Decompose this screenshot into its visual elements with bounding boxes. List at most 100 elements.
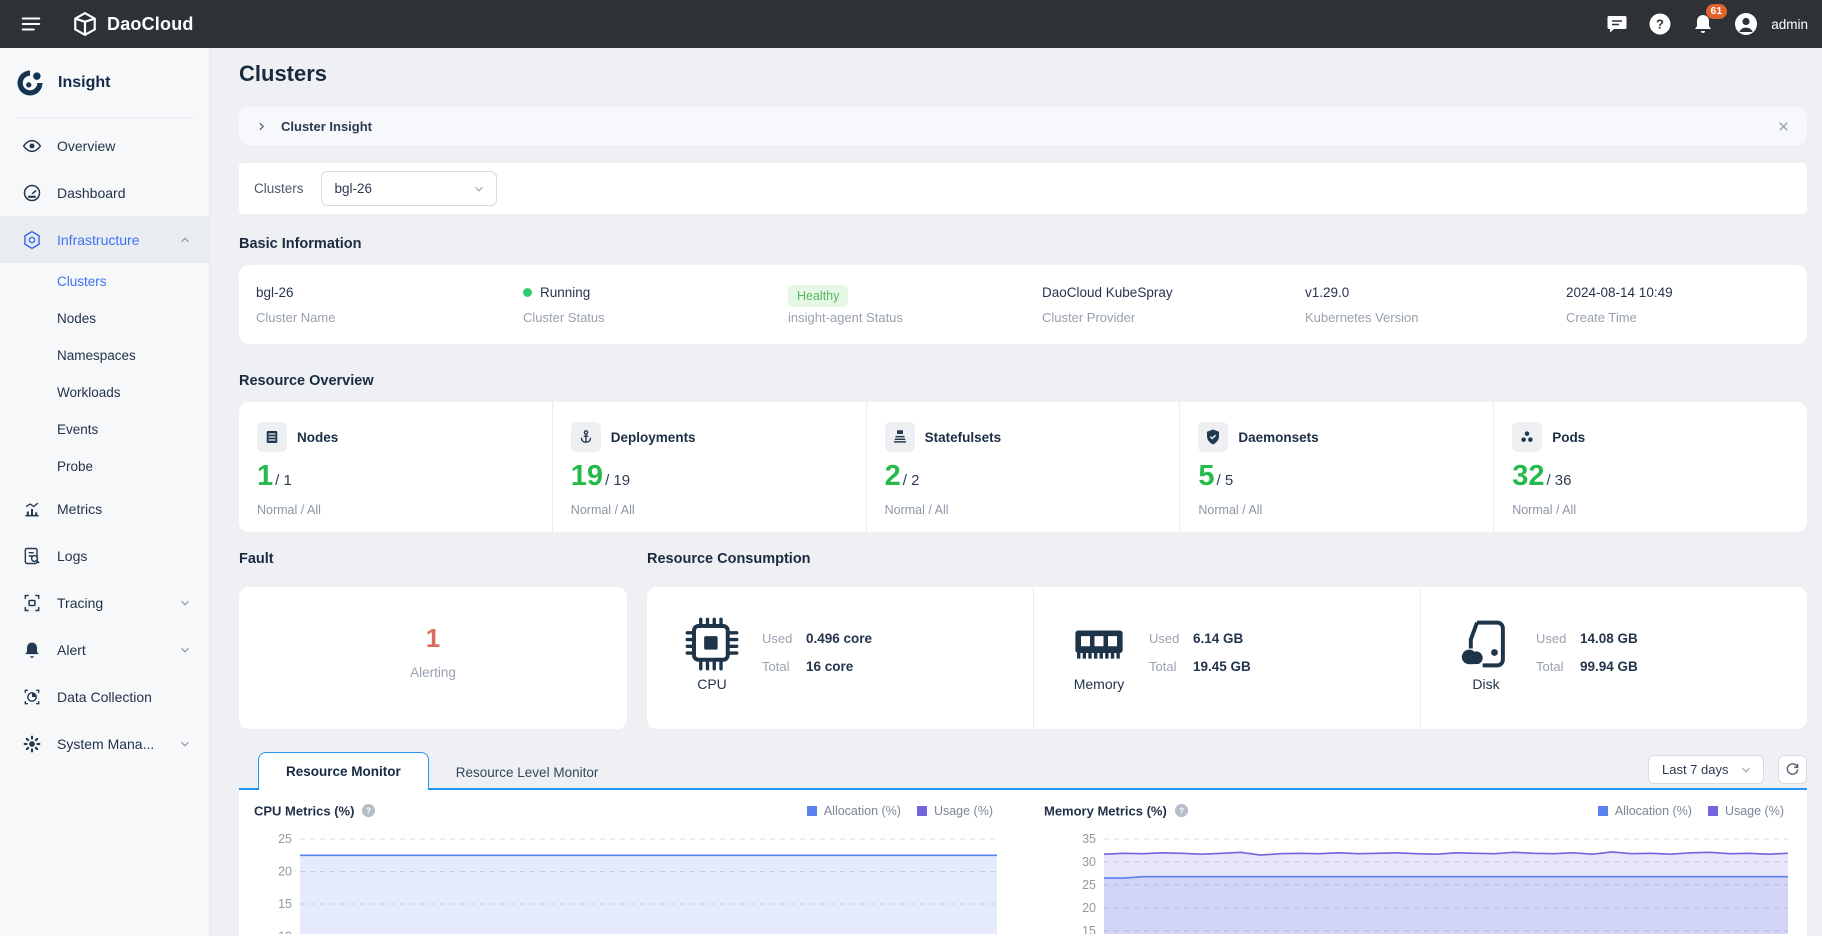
sidebar-item-label: Tracing: [57, 595, 103, 611]
menu-icon[interactable]: [20, 13, 42, 35]
normal-count: 19: [571, 460, 603, 492]
gauge-icon: [22, 183, 42, 203]
filter-bar: Clusters bgl-26: [239, 163, 1807, 214]
sidebar-brand: Insight: [0, 48, 209, 117]
tab-resource-level-monitor[interactable]: Resource Level Monitor: [429, 754, 626, 790]
tab-resource-monitor[interactable]: Resource Monitor: [258, 752, 429, 790]
legend-item[interactable]: Allocation (%): [807, 804, 901, 818]
overview-card-label: Statefulsets: [925, 430, 1002, 445]
legend-item[interactable]: Allocation (%): [1598, 804, 1692, 818]
normal-all-label: Normal / All: [885, 503, 1180, 517]
svg-text:25: 25: [278, 832, 292, 846]
cpu-chart-plot[interactable]: 25201510: [254, 820, 999, 934]
sidebar-item-tracing[interactable]: Tracing: [0, 579, 209, 626]
consumption-name: Memory: [1064, 676, 1134, 692]
total-value: 99.94 GB: [1580, 659, 1638, 674]
sidebar-item-system-mana[interactable]: System Mana...: [0, 720, 209, 767]
brand[interactable]: DaoCloud: [72, 11, 194, 37]
basic-info-value: bgl-26: [256, 285, 294, 300]
svg-text:10: 10: [278, 930, 292, 935]
daocloud-logo-icon: [72, 11, 98, 37]
cluster-insight-panel[interactable]: Cluster Insight: [239, 107, 1807, 145]
refresh-button[interactable]: [1778, 755, 1807, 784]
metrics-icon: [22, 499, 42, 519]
sidebar-item-label: Namespaces: [57, 348, 136, 363]
used-label: Used: [1149, 631, 1193, 646]
memory-icon: [1072, 617, 1126, 671]
sidebar-item-metrics[interactable]: Metrics: [0, 485, 209, 532]
all-count: / 19: [605, 472, 630, 489]
sidebar-item-workloads[interactable]: Workloads: [0, 374, 209, 411]
legend-item[interactable]: Usage (%): [1708, 804, 1784, 818]
total-label: Total: [1536, 659, 1580, 674]
memory-metrics-chart: Memory Metrics (%)? Allocation (%)Usage …: [1044, 790, 1790, 936]
messages-icon[interactable]: [1605, 12, 1629, 36]
cpu-metrics-chart: CPU Metrics (%)? Allocation (%)Usage (%)…: [254, 790, 999, 936]
deployments-icon: [571, 422, 601, 452]
consumption-name: CPU: [677, 676, 747, 692]
overview-card-statefulsets[interactable]: Statefulsets2/ 2Normal / All: [866, 402, 1180, 532]
fault-count: 1: [239, 623, 627, 654]
topbar: DaoCloud ? 61 admin: [0, 0, 1822, 48]
memory-chart-legend: Allocation (%) Usage (%): [1598, 804, 1784, 818]
fault-title: Fault: [239, 551, 274, 567]
basic-info-value: v1.29.0: [1305, 285, 1349, 300]
sidebar-item-namespaces[interactable]: Namespaces: [0, 337, 209, 374]
basic-info-value: 2024-08-14 10:49: [1566, 285, 1673, 300]
time-range-select[interactable]: Last 7 days: [1648, 755, 1764, 784]
overview-card-nodes[interactable]: Nodes1/ 1Normal / All: [239, 402, 552, 532]
sidebar-item-infrastructure[interactable]: Infrastructure: [0, 216, 209, 263]
avatar[interactable]: [1734, 12, 1758, 36]
total-value: 16 core: [806, 659, 853, 674]
hexagon-icon: [22, 230, 42, 250]
overview-card-daemonsets[interactable]: Daemonsets5/ 5Normal / All: [1179, 402, 1493, 532]
topbar-actions: ? 61 admin: [1605, 12, 1822, 36]
username[interactable]: admin: [1771, 17, 1808, 32]
sidebar-item-alert[interactable]: Alert: [0, 626, 209, 673]
sidebar-item-events[interactable]: Events: [0, 411, 209, 448]
sidebar-item-label: Probe: [57, 459, 93, 474]
fault-card: 1 Alerting: [239, 587, 627, 729]
pods-icon: [1512, 422, 1542, 452]
question-circle-icon[interactable]: ?: [361, 803, 376, 818]
used-label: Used: [762, 631, 806, 646]
basic-info-label: insight-agent Status: [788, 310, 903, 325]
cluster-select[interactable]: bgl-26: [321, 171, 497, 206]
sidebar-item-data-collection[interactable]: Data Collection: [0, 673, 209, 720]
overview-card-deployments[interactable]: Deployments19/ 19Normal / All: [552, 402, 866, 532]
normal-count: 5: [1198, 460, 1214, 492]
legend-item[interactable]: Usage (%): [917, 804, 993, 818]
brand-name: DaoCloud: [107, 14, 194, 35]
overview-card-label: Nodes: [297, 430, 338, 445]
used-value: 6.14 GB: [1193, 631, 1243, 646]
help-icon[interactable]: ?: [1648, 12, 1672, 36]
consumption-disk: DiskUsed14.08 GBTotal99.94 GB: [1420, 587, 1807, 729]
overview-card-pods[interactable]: Pods32/ 36Normal / All: [1493, 402, 1807, 532]
sidebar-item-probe[interactable]: Probe: [0, 448, 209, 485]
basic-info-label: Cluster Status: [523, 310, 605, 325]
used-label: Used: [1536, 631, 1580, 646]
used-value: 0.496 core: [806, 631, 872, 646]
sidebar-item-logs[interactable]: Logs: [0, 532, 209, 579]
fault-label: Alerting: [239, 665, 627, 680]
sidebar-item-overview[interactable]: Overview: [0, 122, 209, 169]
close-icon[interactable]: [1776, 119, 1791, 134]
insight-logo-icon: [15, 68, 45, 98]
page-title: Clusters: [239, 61, 327, 87]
disk-icon: [1459, 617, 1513, 671]
sidebar-item-label: Workloads: [57, 385, 121, 400]
notifications-bell[interactable]: 61: [1691, 12, 1715, 36]
sidebar-item-label: Metrics: [57, 501, 102, 517]
consumption-name: Disk: [1451, 676, 1521, 692]
chevron-right-icon[interactable]: [255, 120, 268, 133]
memory-chart-plot[interactable]: 3530252015: [1044, 820, 1790, 934]
cpu-chart-legend: Allocation (%) Usage (%): [807, 804, 993, 818]
gear-icon: [22, 734, 42, 754]
sidebar-item-clusters[interactable]: Clusters: [0, 263, 209, 300]
question-circle-icon[interactable]: ?: [1174, 803, 1189, 818]
sidebar-item-dashboard[interactable]: Dashboard: [0, 169, 209, 216]
all-count: / 5: [1217, 472, 1234, 489]
chevron-down-icon: [178, 737, 192, 751]
status-dot: [523, 288, 532, 297]
sidebar-item-nodes[interactable]: Nodes: [0, 300, 209, 337]
